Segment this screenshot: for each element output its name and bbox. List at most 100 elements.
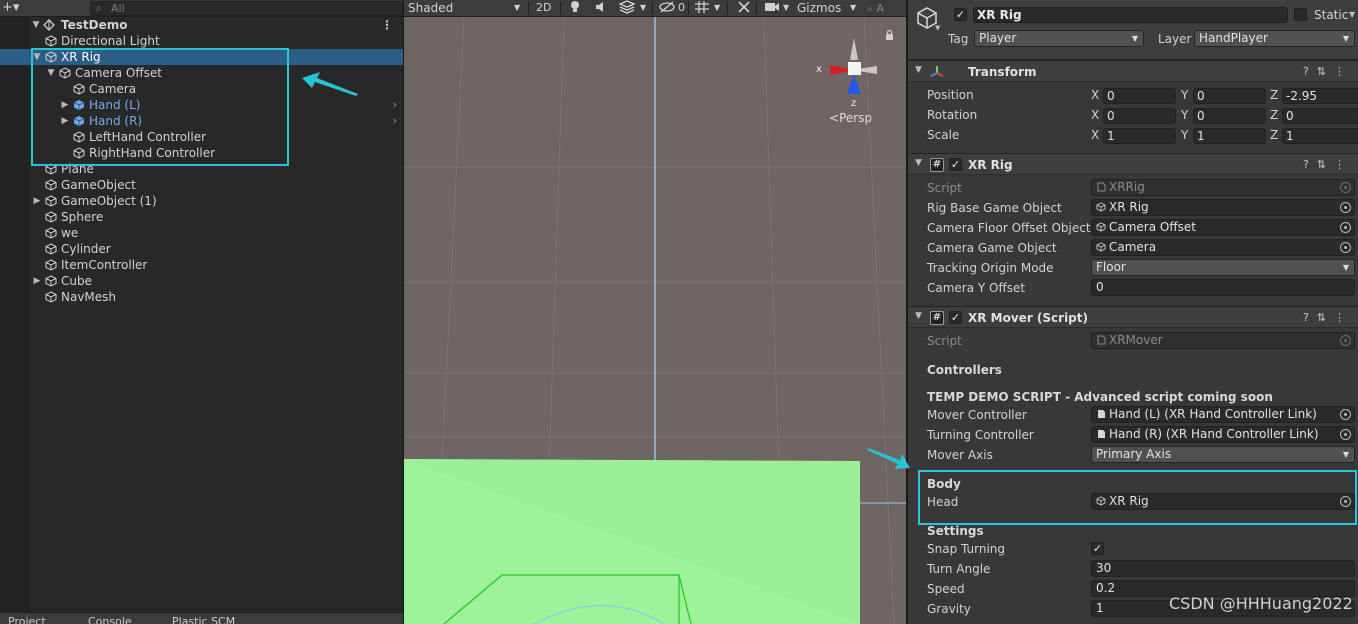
tab-plastic-scm[interactable]: Plastic SCM <box>172 615 235 624</box>
scene-search-field[interactable]: ⌕ A <box>867 0 884 16</box>
chevron-down-icon[interactable]: ▼ <box>783 0 789 16</box>
transform-z-field[interactable]: 1 <box>1282 128 1358 144</box>
foldout-arrow-icon[interactable]: ▶ <box>31 193 43 209</box>
script-file-icon <box>1097 335 1106 345</box>
scene-root-row[interactable]: ▼ TestDemo ⋮ <box>0 17 403 33</box>
component-tools-icons[interactable]: ?⇅⋮ <box>1303 310 1353 326</box>
tab-project[interactable]: Project <box>8 615 46 624</box>
tracking-origin-dropdown[interactable]: Floor ▼ <box>1091 259 1355 276</box>
chevron-down-icon[interactable]: ▼ <box>850 0 856 16</box>
floor-offset-field[interactable]: Camera Offset <box>1091 219 1355 236</box>
active-checkbox[interactable]: ✓ <box>954 8 967 21</box>
hierarchy-item[interactable]: Cylinder <box>0 241 403 257</box>
object-picker-icon[interactable] <box>1340 242 1351 253</box>
component-tools-icons[interactable]: ?⇅⋮ <box>1303 64 1353 80</box>
transform-x-field[interactable]: 0 <box>1103 108 1176 124</box>
transform-y-field[interactable]: 0 <box>1193 88 1266 104</box>
object-picker-icon[interactable] <box>1340 202 1351 213</box>
foldout-arrow-icon[interactable]: ▼ <box>915 311 922 321</box>
perspective-icon: < <box>829 111 840 125</box>
mover-controller-field[interactable]: Hand (L) (XR Hand Controller Link) <box>1091 406 1355 423</box>
unity-scene-icon <box>43 19 55 31</box>
object-picker-icon[interactable] <box>1340 222 1351 233</box>
chevron-right-icon[interactable]: › <box>393 113 397 129</box>
search-icon: ⌕ <box>96 3 102 14</box>
xr-mover-component-header[interactable]: ▼ # ✓ XR Mover (Script) ?⇅⋮ <box>908 306 1358 328</box>
effects-toggle-icon[interactable] <box>618 0 636 16</box>
orientation-gizmo[interactable]: x z <box>814 30 894 110</box>
hierarchy-item[interactable]: ItemController <box>0 257 403 273</box>
transform-x-field[interactable]: 0 <box>1103 88 1176 104</box>
hierarchy-panel: +▾ ⌕ All ▼ TestDemo ⋮ Directional Light ▼… <box>0 0 403 624</box>
toggle-2d-button[interactable]: 2D <box>536 0 551 16</box>
camera-go-field[interactable]: Camera <box>1091 239 1355 256</box>
lock-icon[interactable] <box>885 30 894 40</box>
projection-toggle[interactable]: <Persp <box>829 111 872 125</box>
component-enabled-checkbox[interactable]: ✓ <box>949 158 962 171</box>
static-checkbox[interactable] <box>1294 8 1307 21</box>
hierarchy-item-label: GameObject <box>61 178 136 192</box>
chevron-down-icon: ▼ <box>1342 263 1349 272</box>
foldout-arrow-icon[interactable]: ▼ <box>915 65 922 75</box>
hierarchy-item[interactable]: we <box>0 225 403 241</box>
chevron-down-icon: ▼ <box>1342 34 1349 43</box>
tag-value: Player <box>979 31 1017 45</box>
scene-foldout-arrow[interactable]: ▼ <box>30 17 42 33</box>
transform-z-field[interactable]: -2.95 <box>1282 88 1358 104</box>
chevron-right-icon[interactable]: › <box>393 97 397 113</box>
snap-turning-label: Snap Turning <box>927 542 1006 556</box>
gameobject-cube-icon <box>1096 242 1106 252</box>
create-dropdown-button[interactable]: +▾ <box>2 0 30 16</box>
hierarchy-item[interactable]: NavMesh <box>0 289 403 305</box>
axis-z-label: Z <box>1270 108 1279 122</box>
hierarchy-item[interactable]: Sphere <box>0 209 403 225</box>
camera-settings-icon[interactable] <box>764 0 780 16</box>
gameobject-cube-icon <box>1096 222 1106 232</box>
script-label: Script <box>927 181 962 195</box>
grid-toggle-icon[interactable] <box>694 0 710 16</box>
layer-dropdown[interactable]: HandPlayer ▼ <box>1194 30 1355 47</box>
foldout-arrow-icon[interactable]: ▼ <box>915 158 922 168</box>
component-enabled-checkbox[interactable]: ✓ <box>949 311 962 324</box>
shading-mode-dropdown[interactable]: Shaded ▼ <box>408 0 524 16</box>
tab-console[interactable]: Console <box>88 615 132 624</box>
hierarchy-toolbar: +▾ ⌕ All <box>0 0 403 17</box>
hierarchy-item[interactable]: ▶ GameObject (1) <box>0 193 403 209</box>
shading-mode-label: Shaded <box>408 1 454 15</box>
axis-y-label: Y <box>1181 88 1189 102</box>
camera-y-offset-field[interactable]: 0 <box>1091 279 1355 296</box>
component-tools-icons[interactable]: ?⇅⋮ <box>1303 157 1353 173</box>
hierarchy-item[interactable]: ▶ Cube <box>0 273 403 289</box>
hierarchy-item[interactable]: Directional Light <box>0 33 403 49</box>
turning-controller-field[interactable]: Hand (R) (XR Hand Controller Link) <box>1091 426 1355 443</box>
gizmos-button[interactable]: Gizmos <box>797 0 855 16</box>
object-picker-icon[interactable] <box>1340 409 1351 420</box>
chevron-down-icon[interactable]: ▼ <box>714 0 720 16</box>
script-value: XRRig <box>1109 180 1145 194</box>
lighting-toggle-icon[interactable] <box>569 0 581 16</box>
xr-rig-component-header[interactable]: ▼ # ✓ XR Rig ?⇅⋮ <box>908 153 1358 175</box>
rig-base-field[interactable]: XR Rig <box>1091 199 1355 216</box>
chevron-down-icon[interactable]: ▼ <box>1349 7 1355 23</box>
transform-x-field[interactable]: 1 <box>1103 128 1176 144</box>
hierarchy-item[interactable]: GameObject <box>0 177 403 193</box>
transform-title: Transform <box>968 65 1037 79</box>
object-name-field[interactable]: XR Rig <box>973 7 1288 23</box>
snap-turning-checkbox[interactable]: ✓ <box>1091 542 1104 555</box>
chevron-down-icon[interactable]: ▼ <box>640 0 646 16</box>
transform-component-header[interactable]: ▼ Transform ?⇅⋮ <box>908 60 1358 82</box>
tools-icon[interactable] <box>737 0 751 16</box>
chevron-down-icon[interactable]: ▼ <box>935 24 940 32</box>
hierarchy-search-field[interactable]: ⌕ All <box>90 1 403 16</box>
transform-y-field[interactable]: 1 <box>1193 128 1266 144</box>
tag-dropdown[interactable]: Player ▼ <box>974 30 1144 47</box>
foldout-arrow-icon[interactable]: ▶ <box>31 273 43 289</box>
transform-z-field[interactable]: 0 <box>1282 108 1358 124</box>
turn-angle-field[interactable]: 30 <box>1091 560 1355 577</box>
scene-visibility-icon[interactable] <box>659 0 675 16</box>
scene-kebab-menu-icon[interactable]: ⋮ <box>381 17 393 33</box>
transform-y-field[interactable]: 0 <box>1193 108 1266 124</box>
mover-axis-dropdown[interactable]: Primary Axis ▼ <box>1091 446 1355 463</box>
audio-toggle-icon[interactable] <box>594 0 608 16</box>
object-picker-icon[interactable] <box>1340 429 1351 440</box>
